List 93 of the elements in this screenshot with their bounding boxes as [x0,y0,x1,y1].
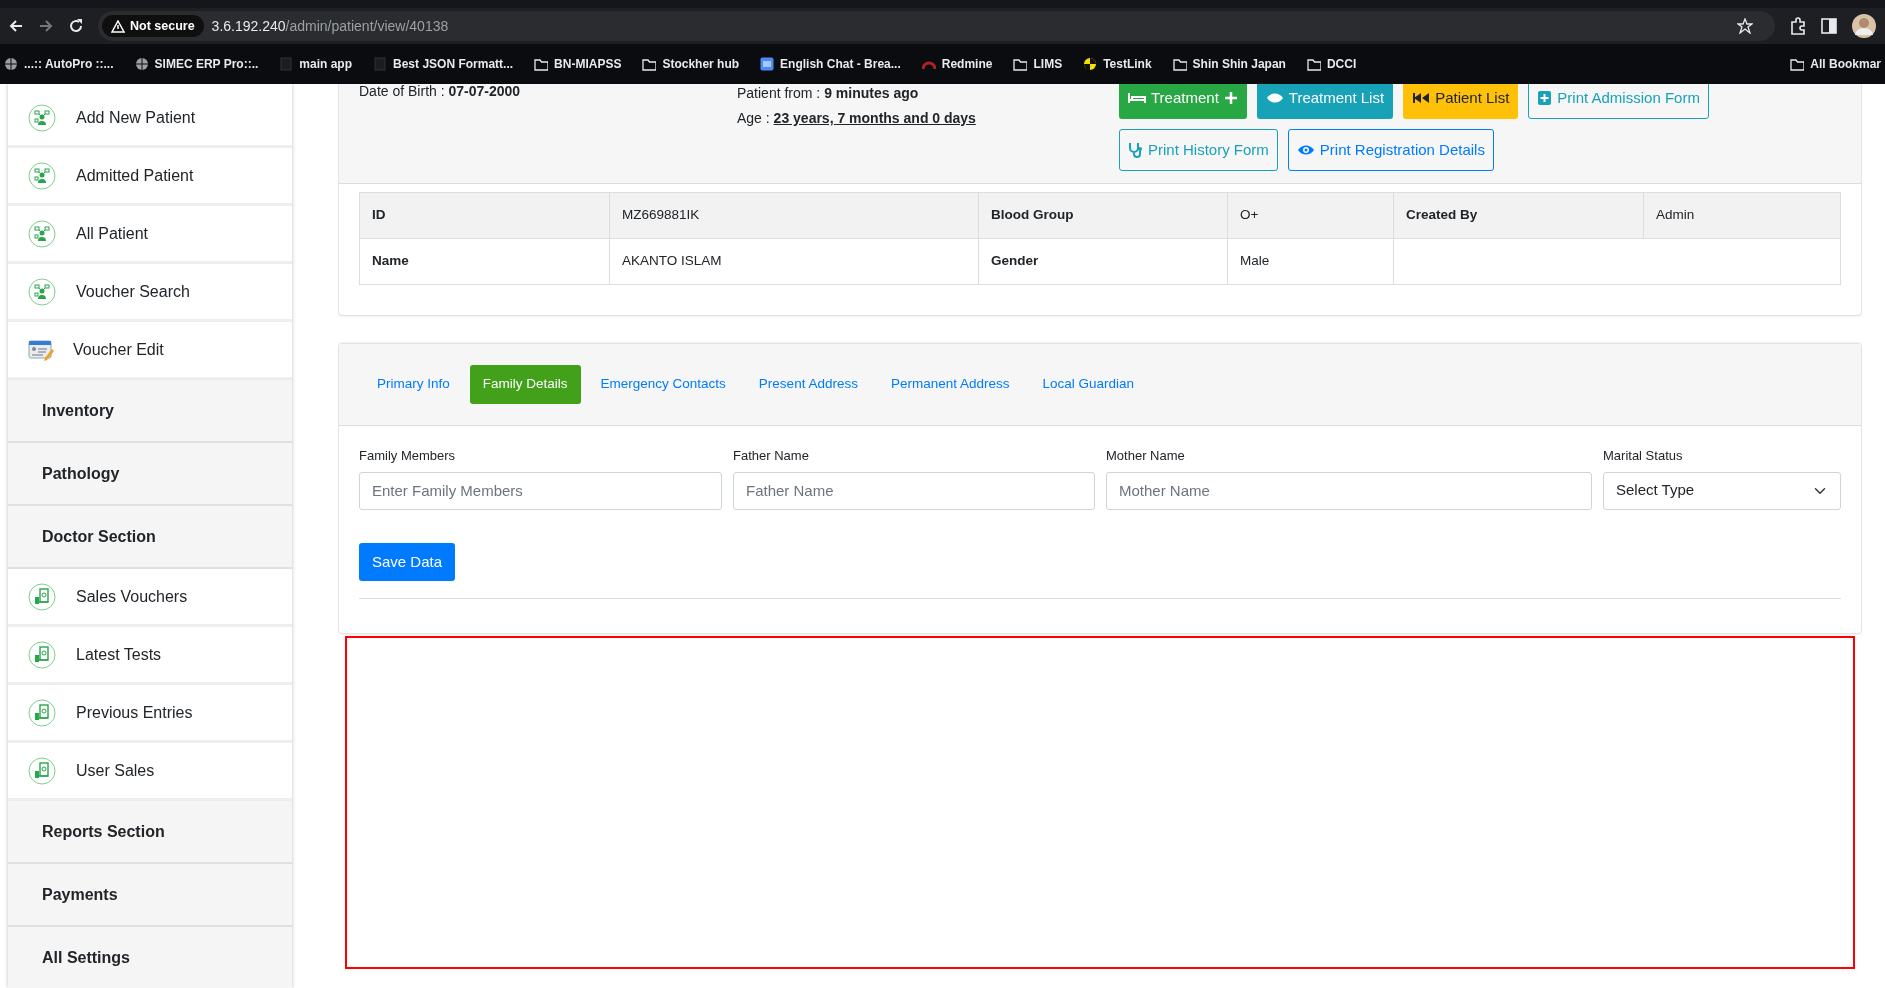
folder-icon [534,57,549,71]
reload-icon[interactable] [68,18,84,34]
bookmark[interactable]: Redmine [921,55,993,73]
bookmark[interactable]: DCCI [1306,55,1357,73]
bookmark[interactable]: All Bookmar [1790,55,1881,73]
warning-icon [111,19,125,33]
bookmark[interactable]: Stockher hub [642,55,740,73]
text-field[interactable]: Enter Family Members [359,471,722,510]
patient-from-text: Patient from : 9 minutes ago [737,84,920,103]
back-icon[interactable] [8,18,24,34]
tab[interactable]: Local Guardian [1029,365,1148,404]
rewind-icon [1412,90,1431,106]
age-text: Age : 23 years, 7 months and 0 days [737,109,977,128]
security-label: Not secure [130,17,195,35]
avatar-icon[interactable] [1851,13,1877,39]
sidebar-section[interactable]: Pathology [8,443,292,506]
bookmark[interactable]: Best JSON Formatt... [373,55,514,73]
field-label: Blood Group [978,192,1228,239]
folder-icon [1172,57,1187,71]
disc-icon [1083,57,1098,71]
bed-icon [1128,90,1146,106]
text-field[interactable]: Father Name [733,471,1095,510]
action-button[interactable]: Patient List [1403,84,1519,119]
birth-date-text: Date of Birth : 07-07-2000 [359,84,522,101]
star-icon[interactable] [1737,18,1753,34]
field-label: Father Name [733,447,810,465]
bookmark[interactable]: English Chat - Brea... [760,55,901,73]
bookmark[interactable]: ...:: AutoPro ::... [4,55,114,73]
sidebar-section[interactable]: All Settings [8,927,292,988]
bookmark[interactable]: main app [279,55,353,73]
sidebar-item[interactable]: Sales Vouchers [8,569,292,627]
field-label: Marital Status [1603,447,1684,465]
patient-network-icon [28,161,56,190]
tab[interactable]: Present Address [745,365,871,404]
sidebar-item[interactable]: Latest Tests [8,627,292,685]
sidebar-section[interactable]: Reports Section [8,801,292,864]
sidebar-section[interactable]: Doctor Section [8,506,292,569]
folder-icon [642,57,657,71]
tab[interactable]: Permanent Address [877,365,1023,404]
field-value: O+ [1227,192,1394,239]
field-value: Admin [1643,192,1841,239]
field-label: Mother Name [1106,447,1186,465]
tab[interactable]: Primary Info [364,365,463,404]
cash-hand-icon [28,640,56,669]
chat-icon [760,57,775,71]
save-button[interactable]: Save Data [359,542,456,581]
sidebar-item[interactable]: Add New Patient [8,90,292,148]
security-chip[interactable]: Not secure [102,14,204,38]
sidebar-item[interactable]: Voucher Edit [8,322,292,380]
id-card-pencil-icon [28,337,55,362]
cash-hand-icon [28,582,56,611]
bookmark[interactable]: Shin Shin Japan [1172,55,1286,73]
field-label: ID [359,192,610,239]
sidebar-item[interactable]: Previous Entries [8,685,292,743]
field-label: Name [359,238,610,285]
sidebar-item[interactable]: Admitted Patient [8,148,292,206]
patient-network-icon [28,103,56,132]
globe-icon [134,57,149,71]
url-text: 3.6.192.240/admin/patient/view/40138 [211,16,449,36]
field-label: Gender [978,238,1228,285]
bookmark[interactable]: SIMEC ERP Pro::.. [134,55,259,73]
field-value: Male [1227,238,1394,285]
sidebar-section[interactable]: Payments [8,864,292,927]
bookmark[interactable]: LIMS [1013,55,1063,73]
field-value: MZ669881IK [609,192,979,239]
bookmark[interactable]: BN-MIAPSS [534,55,622,73]
patient-network-icon [28,219,56,248]
globe-icon [4,57,18,71]
folder-icon [1790,57,1805,71]
text-field[interactable]: Mother Name [1106,471,1592,510]
plus-icon [1223,91,1238,105]
field-label: Created By [1393,192,1644,239]
cash-hand-icon [28,756,56,785]
bookmark[interactable]: TestLink [1083,55,1152,73]
select-field[interactable]: Select Type [1603,471,1841,510]
sidebar-item[interactable]: User Sales [8,743,292,801]
stethoscope-icon [1128,142,1143,158]
extensions-icon[interactable] [1789,17,1807,35]
action-button[interactable]: Print Registration Details [1287,129,1494,171]
sidebar-section[interactable]: Inventory [8,380,292,443]
side-panel-icon[interactable] [1821,18,1837,34]
sidebar-item[interactable]: Voucher Search [8,264,292,322]
sidebar-item[interactable]: All Patient [8,206,292,264]
folder-icon [1013,57,1028,71]
address-bar[interactable]: Not secure 3.6.192.240/admin/patient/view/40138 [98,11,1775,41]
field-label: Family Members [359,447,457,465]
forward-icon[interactable] [38,18,54,34]
folder-icon [1306,57,1321,71]
tab[interactable]: Emergency Contacts [587,365,739,404]
plus-square-icon [1537,90,1553,106]
field-value: AKANTO ISLAM [609,238,979,285]
cash-hand-icon [28,698,56,727]
patient-network-icon [28,277,56,306]
